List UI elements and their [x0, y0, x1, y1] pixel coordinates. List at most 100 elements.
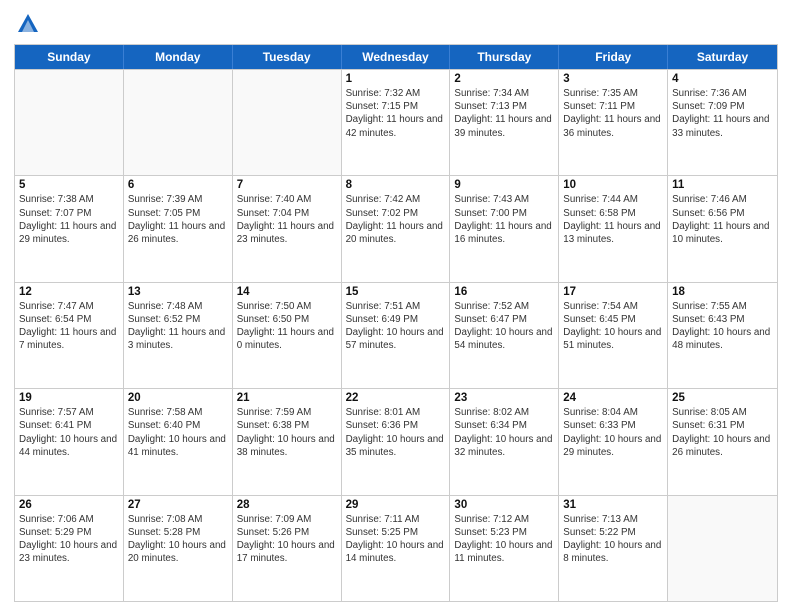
calendar-cell: 20 Sunrise: 7:58 AM Sunset: 6:40 PM Dayli…	[124, 389, 233, 494]
day-header-friday: Friday	[559, 45, 668, 69]
day-info: Sunrise: 7:58 AM Sunset: 6:40 PM Dayligh…	[128, 406, 228, 459]
day-header-saturday: Saturday	[668, 45, 777, 69]
calendar-cell: 31 Sunrise: 7:13 AM Sunset: 5:22 PM Dayli…	[559, 496, 668, 601]
day-info: Sunrise: 7:34 AM Sunset: 7:13 PM Dayligh…	[454, 87, 554, 140]
day-number: 18	[672, 286, 773, 298]
calendar-cell: 4Sunrise: 7:36 AM Sunset: 7:09 PM Daylig…	[668, 70, 777, 175]
calendar-cell: 16 Sunrise: 7:52 AM Sunset: 6:47 PM Dayli…	[450, 283, 559, 388]
calendar-week-1: 1 Sunrise: 7:32 AM Sunset: 7:15 PM Daylig…	[15, 69, 777, 175]
calendar-cell: 21 Sunrise: 7:59 AM Sunset: 6:38 PM Dayli…	[233, 389, 342, 494]
calendar-week-2: 5Sunrise: 7:38 AM Sunset: 7:07 PM Daylig…	[15, 175, 777, 281]
calendar-cell: 11Sunrise: 7:46 AM Sunset: 6:56 PM Dayli…	[668, 176, 777, 281]
day-info: Sunrise: 7:06 AM Sunset: 5:29 PM Dayligh…	[19, 513, 119, 566]
day-info: Sunrise: 7:50 AM Sunset: 6:50 PM Dayligh…	[237, 300, 337, 353]
day-number: 10	[563, 179, 663, 191]
calendar-cell: 8 Sunrise: 7:42 AM Sunset: 7:02 PM Daylig…	[342, 176, 451, 281]
day-info: Sunrise: 7:57 AM Sunset: 6:41 PM Dayligh…	[19, 406, 119, 459]
logo-icon	[14, 10, 42, 38]
day-number: 23	[454, 392, 554, 404]
day-info: Sunrise: 7:44 AM Sunset: 6:58 PM Dayligh…	[563, 193, 663, 246]
calendar-cell: 7 Sunrise: 7:40 AM Sunset: 7:04 PM Daylig…	[233, 176, 342, 281]
day-info: Sunrise: 7:32 AM Sunset: 7:15 PM Dayligh…	[346, 87, 446, 140]
calendar-cell: 10 Sunrise: 7:44 AM Sunset: 6:58 PM Dayli…	[559, 176, 668, 281]
calendar-cell: 24Sunrise: 8:04 AM Sunset: 6:33 PM Dayli…	[559, 389, 668, 494]
day-number: 20	[128, 392, 228, 404]
calendar-body: 1 Sunrise: 7:32 AM Sunset: 7:15 PM Daylig…	[15, 69, 777, 601]
page: SundayMondayTuesdayWednesdayThursdayFrid…	[0, 0, 792, 612]
day-number: 19	[19, 392, 119, 404]
day-info: Sunrise: 7:13 AM Sunset: 5:22 PM Dayligh…	[563, 513, 663, 566]
day-number: 6	[128, 179, 228, 191]
calendar-cell: 17 Sunrise: 7:54 AM Sunset: 6:45 PM Dayli…	[559, 283, 668, 388]
day-number: 3	[563, 73, 663, 85]
header	[14, 10, 778, 38]
day-info: Sunrise: 7:12 AM Sunset: 5:23 PM Dayligh…	[454, 513, 554, 566]
calendar-cell: 25 Sunrise: 8:05 AM Sunset: 6:31 PM Dayli…	[668, 389, 777, 494]
day-number: 15	[346, 286, 446, 298]
day-number: 27	[128, 499, 228, 511]
calendar-cell	[668, 496, 777, 601]
calendar-cell: 30 Sunrise: 7:12 AM Sunset: 5:23 PM Dayli…	[450, 496, 559, 601]
calendar-cell	[233, 70, 342, 175]
day-number: 21	[237, 392, 337, 404]
calendar-cell: 14 Sunrise: 7:50 AM Sunset: 6:50 PM Dayli…	[233, 283, 342, 388]
calendar-cell: 6 Sunrise: 7:39 AM Sunset: 7:05 PM Daylig…	[124, 176, 233, 281]
calendar-cell: 1 Sunrise: 7:32 AM Sunset: 7:15 PM Daylig…	[342, 70, 451, 175]
calendar-cell: 22Sunrise: 8:01 AM Sunset: 6:36 PM Dayli…	[342, 389, 451, 494]
day-info: Sunrise: 7:54 AM Sunset: 6:45 PM Dayligh…	[563, 300, 663, 353]
day-number: 29	[346, 499, 446, 511]
day-info: Sunrise: 7:08 AM Sunset: 5:28 PM Dayligh…	[128, 513, 228, 566]
calendar-cell: 29 Sunrise: 7:11 AM Sunset: 5:25 PM Dayli…	[342, 496, 451, 601]
day-number: 30	[454, 499, 554, 511]
day-header-thursday: Thursday	[450, 45, 559, 69]
day-number: 5	[19, 179, 119, 191]
day-info: Sunrise: 7:11 AM Sunset: 5:25 PM Dayligh…	[346, 513, 446, 566]
calendar-cell: 27 Sunrise: 7:08 AM Sunset: 5:28 PM Dayli…	[124, 496, 233, 601]
day-header-sunday: Sunday	[15, 45, 124, 69]
day-info: Sunrise: 7:59 AM Sunset: 6:38 PM Dayligh…	[237, 406, 337, 459]
calendar-cell: 28Sunrise: 7:09 AM Sunset: 5:26 PM Dayli…	[233, 496, 342, 601]
calendar-cell: 15Sunrise: 7:51 AM Sunset: 6:49 PM Dayli…	[342, 283, 451, 388]
day-number: 9	[454, 179, 554, 191]
day-info: Sunrise: 7:40 AM Sunset: 7:04 PM Dayligh…	[237, 193, 337, 246]
day-number: 13	[128, 286, 228, 298]
calendar-cell: 2Sunrise: 7:34 AM Sunset: 7:13 PM Daylig…	[450, 70, 559, 175]
day-info: Sunrise: 7:48 AM Sunset: 6:52 PM Dayligh…	[128, 300, 228, 353]
day-info: Sunrise: 7:35 AM Sunset: 7:11 PM Dayligh…	[563, 87, 663, 140]
day-number: 14	[237, 286, 337, 298]
day-info: Sunrise: 7:36 AM Sunset: 7:09 PM Dayligh…	[672, 87, 773, 140]
day-number: 26	[19, 499, 119, 511]
calendar-cell: 23 Sunrise: 8:02 AM Sunset: 6:34 PM Dayli…	[450, 389, 559, 494]
calendar-cell	[15, 70, 124, 175]
day-info: Sunrise: 8:01 AM Sunset: 6:36 PM Dayligh…	[346, 406, 446, 459]
day-info: Sunrise: 8:04 AM Sunset: 6:33 PM Dayligh…	[563, 406, 663, 459]
day-number: 8	[346, 179, 446, 191]
calendar: SundayMondayTuesdayWednesdayThursdayFrid…	[14, 44, 778, 602]
calendar-cell: 26 Sunrise: 7:06 AM Sunset: 5:29 PM Dayli…	[15, 496, 124, 601]
day-number: 28	[237, 499, 337, 511]
day-number: 11	[672, 179, 773, 191]
day-info: Sunrise: 7:47 AM Sunset: 6:54 PM Dayligh…	[19, 300, 119, 353]
calendar-cell	[124, 70, 233, 175]
day-number: 12	[19, 286, 119, 298]
calendar-week-3: 12 Sunrise: 7:47 AM Sunset: 6:54 PM Dayli…	[15, 282, 777, 388]
day-info: Sunrise: 7:43 AM Sunset: 7:00 PM Dayligh…	[454, 193, 554, 246]
day-number: 25	[672, 392, 773, 404]
logo	[14, 10, 46, 38]
day-info: Sunrise: 8:05 AM Sunset: 6:31 PM Dayligh…	[672, 406, 773, 459]
day-info: Sunrise: 7:39 AM Sunset: 7:05 PM Dayligh…	[128, 193, 228, 246]
day-info: Sunrise: 8:02 AM Sunset: 6:34 PM Dayligh…	[454, 406, 554, 459]
calendar-cell: 13 Sunrise: 7:48 AM Sunset: 6:52 PM Dayli…	[124, 283, 233, 388]
day-number: 7	[237, 179, 337, 191]
day-info: Sunrise: 7:42 AM Sunset: 7:02 PM Dayligh…	[346, 193, 446, 246]
calendar-week-5: 26 Sunrise: 7:06 AM Sunset: 5:29 PM Dayli…	[15, 495, 777, 601]
day-number: 1	[346, 73, 446, 85]
day-number: 16	[454, 286, 554, 298]
day-number: 17	[563, 286, 663, 298]
calendar-cell: 9 Sunrise: 7:43 AM Sunset: 7:00 PM Daylig…	[450, 176, 559, 281]
day-info: Sunrise: 7:52 AM Sunset: 6:47 PM Dayligh…	[454, 300, 554, 353]
calendar-cell: 12 Sunrise: 7:47 AM Sunset: 6:54 PM Dayli…	[15, 283, 124, 388]
calendar-cell: 19 Sunrise: 7:57 AM Sunset: 6:41 PM Dayli…	[15, 389, 124, 494]
day-number: 31	[563, 499, 663, 511]
day-info: Sunrise: 7:55 AM Sunset: 6:43 PM Dayligh…	[672, 300, 773, 353]
